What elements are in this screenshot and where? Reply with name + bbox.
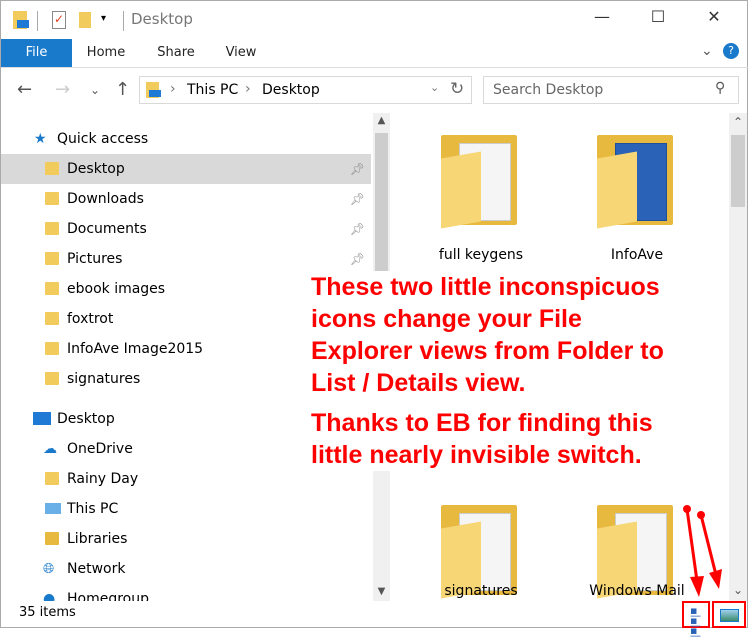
folder-windows-mail[interactable] <box>597 505 673 599</box>
tab-share[interactable]: Share <box>149 39 203 67</box>
desktop-icon <box>33 412 51 425</box>
large-icons-view-button[interactable] <box>712 601 746 628</box>
nav-pictures[interactable]: Pictures 📌︎ <box>1 244 371 274</box>
expand-ribbon-icon[interactable]: ⌄ <box>701 43 713 59</box>
nav-libraries[interactable]: Libraries <box>1 524 371 554</box>
help-icon[interactable]: ? <box>723 43 739 59</box>
separator <box>123 11 124 31</box>
documents-icon <box>45 222 59 235</box>
item-count: 35 items <box>19 605 76 620</box>
nav-label: Homegroup <box>67 591 150 601</box>
folder-icon <box>45 372 59 385</box>
nav-label: foxtrot <box>67 311 114 327</box>
pin-icon[interactable]: 📌︎ <box>350 184 365 214</box>
network-icon: 🌐︎ <box>43 561 55 577</box>
nav-label: Libraries <box>67 531 128 547</box>
homegroup-icon: ● <box>43 591 56 601</box>
annotation-arrows <box>683 505 722 597</box>
folder-label: signatures <box>444 583 518 599</box>
nav-label: Pictures <box>67 251 123 267</box>
search-icon: ⚲ <box>715 80 726 96</box>
nav-label: InfoAve Image2015 <box>67 341 204 357</box>
nav-quick-access[interactable]: ★ Quick access <box>1 124 371 154</box>
maximize-button[interactable]: ☐ <box>635 7 681 33</box>
separator <box>37 11 38 31</box>
refresh-icon[interactable]: ↻ <box>450 79 464 99</box>
folder-label: InfoAve <box>610 247 664 263</box>
address-bar[interactable]: › This PC › Desktop ⌄ ↻ <box>139 76 472 104</box>
folder-full-keygens[interactable] <box>441 135 517 229</box>
nav-desktop[interactable]: Desktop 📌︎ <box>1 154 371 184</box>
nav-network[interactable]: 🌐︎ Network <box>1 554 371 584</box>
explorer-icon <box>13 11 29 29</box>
star-icon: ★ <box>34 131 47 147</box>
desktop-folder-icon <box>146 82 161 98</box>
desktop-folder-icon <box>45 162 59 175</box>
forward-button: → <box>55 79 71 100</box>
tab-file[interactable]: File <box>1 39 72 67</box>
nav-label: Documents <box>67 221 147 237</box>
chevron-right-icon: › <box>170 81 176 97</box>
chevron-down-icon[interactable]: ⌄ <box>430 81 439 94</box>
pin-icon[interactable]: 📌︎ <box>350 244 365 274</box>
window-title: Desktop <box>131 10 193 28</box>
nav-documents[interactable]: Documents 📌︎ <box>1 214 371 244</box>
properties-icon[interactable]: ✓ <box>52 11 66 29</box>
tab-home[interactable]: Home <box>77 39 135 67</box>
status-bar: 35 items ▪— ▪— ▪— <box>1 601 748 641</box>
tab-view[interactable]: View <box>219 39 263 67</box>
minimize-button[interactable]: — <box>579 7 625 33</box>
nav-label: OneDrive <box>67 441 133 457</box>
content-scrollbar[interactable]: ⌃ ⌄ <box>729 113 747 601</box>
nav-label: Network <box>67 561 126 577</box>
annotation-text: These two little inconspicuos icons chan… <box>311 271 674 471</box>
breadcrumb-this-pc[interactable]: This PC <box>187 82 238 98</box>
up-button[interactable]: ↑ <box>115 79 130 100</box>
new-folder-icon[interactable] <box>79 12 91 28</box>
nav-this-pc[interactable]: This PC <box>1 494 371 524</box>
onedrive-icon: ☁ <box>43 441 57 457</box>
back-button[interactable]: ← <box>17 79 32 100</box>
pictures-icon <box>45 252 59 265</box>
content-scrollbar-thumb[interactable] <box>731 135 745 207</box>
libraries-icon <box>45 532 59 545</box>
nav-label: Rainy Day <box>67 471 139 487</box>
search-input[interactable]: Search Desktop <box>483 76 739 104</box>
chevron-right-icon: › <box>245 81 251 97</box>
nav-label: Desktop <box>57 411 115 427</box>
folder-signatures[interactable] <box>441 505 517 599</box>
breadcrumb-desktop[interactable]: Desktop <box>262 82 320 98</box>
recent-locations-button[interactable]: ⌄ <box>90 83 100 97</box>
folder-icon <box>45 342 59 355</box>
folder-icon <box>45 282 59 295</box>
pin-icon[interactable]: 📌︎ <box>350 214 365 244</box>
nav-label: Quick access <box>57 131 149 147</box>
nav-downloads[interactable]: Downloads 📌︎ <box>1 184 371 214</box>
nav-label: Desktop <box>67 161 125 177</box>
nav-label: This PC <box>67 501 119 517</box>
close-button[interactable]: ✕ <box>691 7 737 33</box>
nav-label: signatures <box>67 371 141 387</box>
nav-label: ebook images <box>67 281 166 297</box>
folder-icon <box>45 312 59 325</box>
pc-icon <box>45 503 61 514</box>
downloads-icon <box>45 192 59 205</box>
customize-toolbar-icon[interactable]: ▾ <box>101 13 106 24</box>
pin-icon[interactable]: 📌︎ <box>350 154 365 184</box>
nav-label: Downloads <box>67 191 144 207</box>
folder-infoave[interactable] <box>597 135 673 229</box>
folder-label: full keygens <box>438 247 524 263</box>
user-folder-icon <box>45 472 59 485</box>
details-view-button[interactable]: ▪— ▪— ▪— <box>682 601 710 641</box>
title-bar: ✓ ▾ Desktop — ☐ ✕ <box>1 1 748 39</box>
nav-homegroup[interactable]: ● Homegroup <box>1 584 371 601</box>
large-icons-view-icon <box>720 609 739 622</box>
details-view-icon: ▪— ▪— ▪— <box>690 604 701 642</box>
